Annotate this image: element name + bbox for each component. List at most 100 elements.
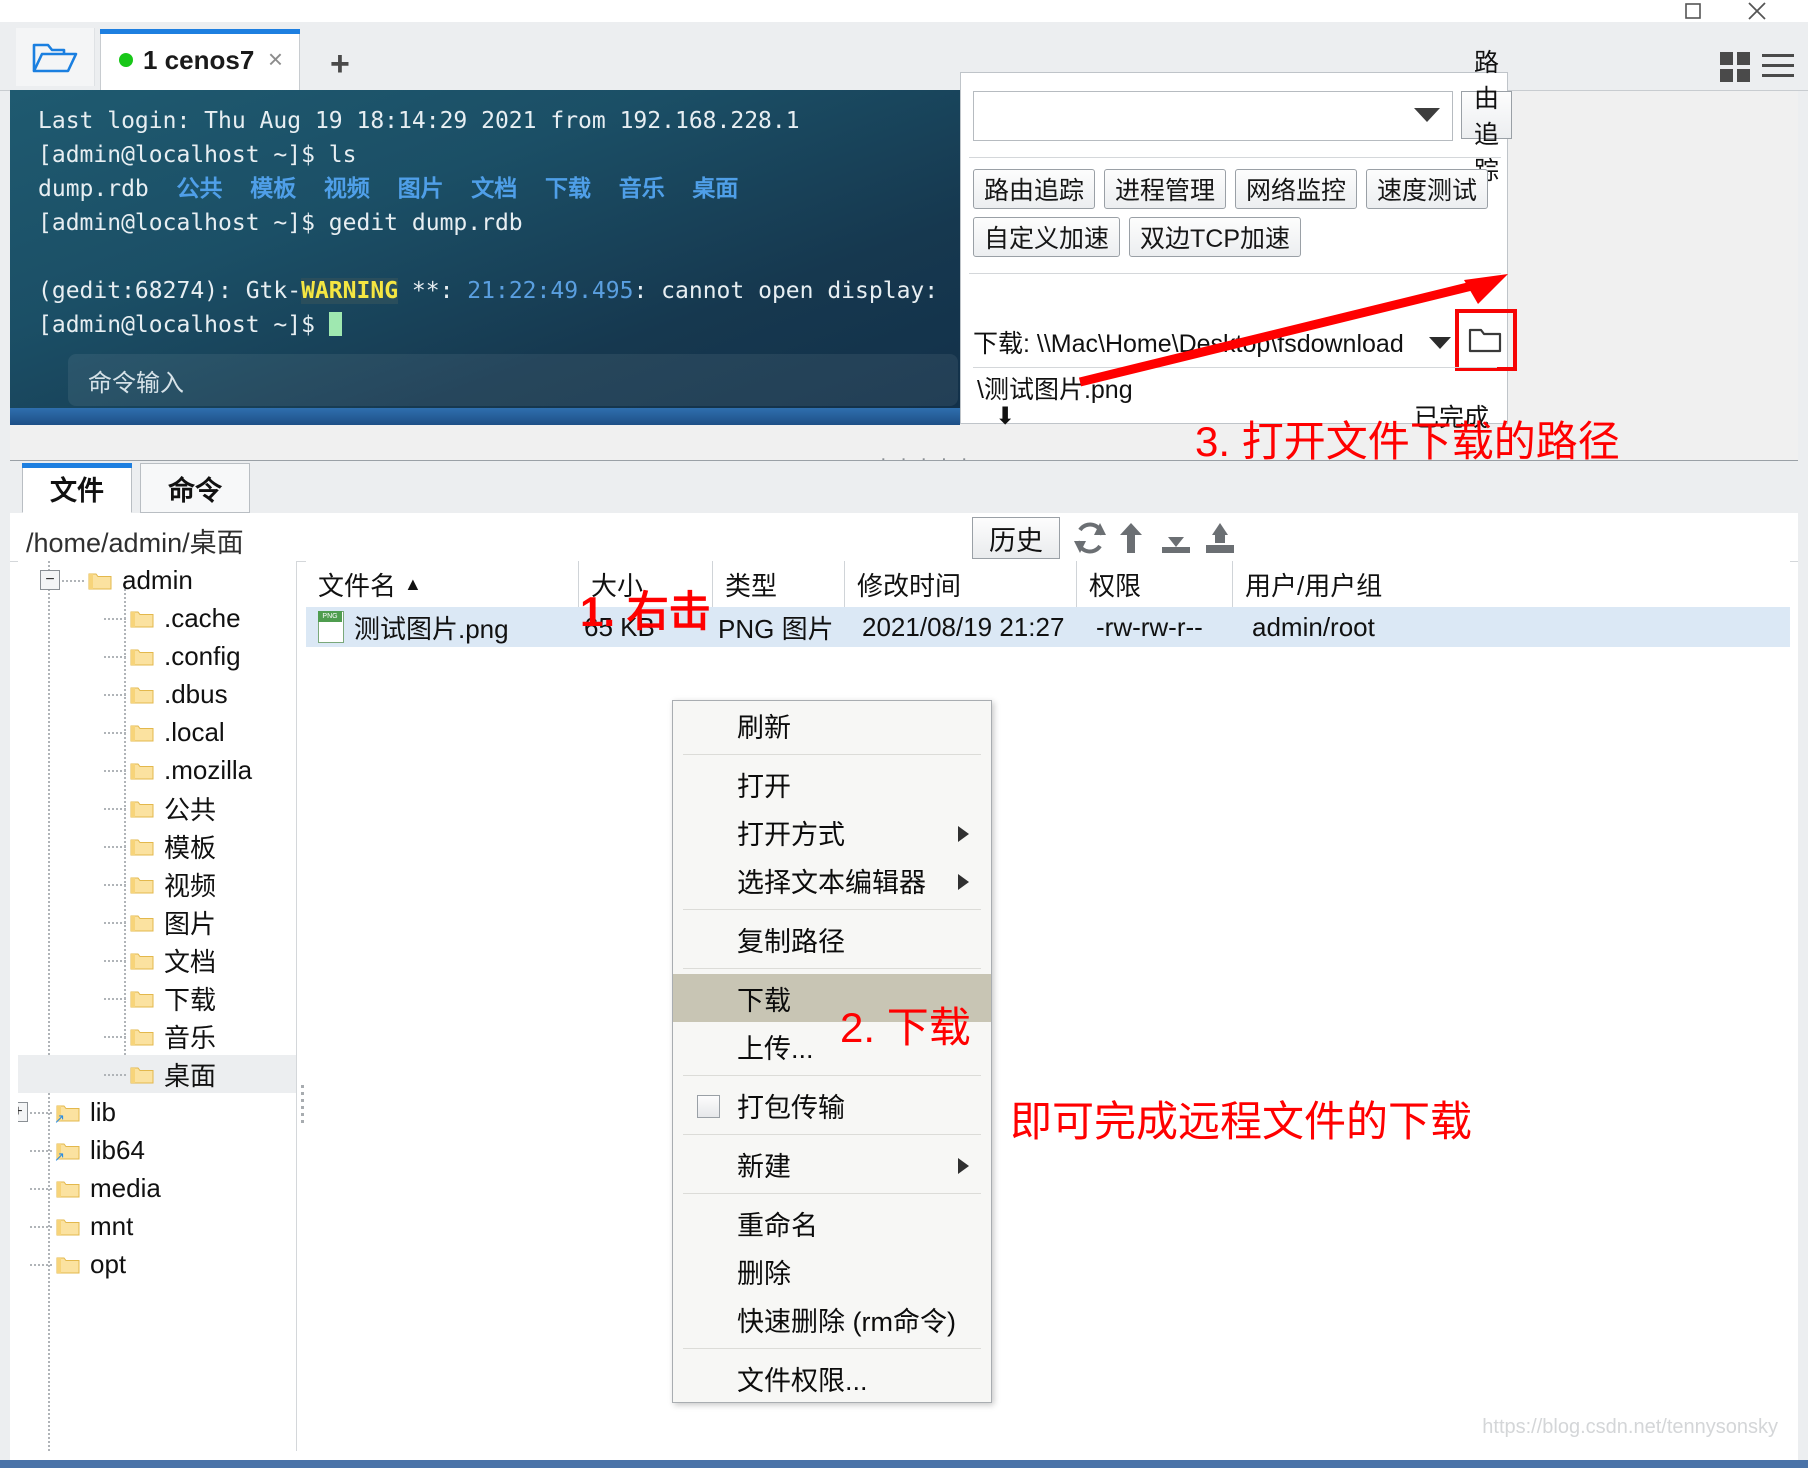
tool-button-route-trace[interactable]: 路由追踪 <box>973 169 1096 209</box>
terminal-warning-time: 21:22:49.495 <box>467 278 634 304</box>
tree-guide <box>30 1188 52 1190</box>
command-input[interactable]: 命令输入 <box>68 354 958 406</box>
grid-view-icon[interactable] <box>1720 52 1750 82</box>
tree-collapse-icon[interactable]: − <box>40 570 60 590</box>
tool-button-row-2: 自定义加速 双边TCP加速 <box>973 217 1302 257</box>
tool-button-process-manager[interactable]: 进程管理 <box>1104 169 1227 209</box>
directory-tree[interactable]: − admin .cache .config .dbus .local .mozilla 公共… <box>18 561 297 1451</box>
window-close-button[interactable] <box>1734 0 1780 22</box>
hamburger-menu-icon[interactable] <box>1762 54 1794 80</box>
chevron-right-icon <box>958 1158 969 1174</box>
checkbox-icon[interactable] <box>697 1095 720 1118</box>
menu-item[interactable]: 删除 <box>673 1247 991 1295</box>
tool-button-network-monitor[interactable]: 网络监控 <box>1235 169 1358 209</box>
tree-node-list: − admin .cache .config .dbus .local .mozilla 公共… <box>18 561 296 1283</box>
tree-node[interactable]: mnt <box>18 1207 296 1245</box>
tree-splitter[interactable] <box>298 1081 306 1141</box>
menu-item[interactable]: 刷新 <box>673 701 991 749</box>
tree-node-label: 桌面 <box>164 1060 217 1091</box>
folder-icon <box>130 989 154 1008</box>
tree-node-label: 下载 <box>164 984 217 1015</box>
column-header-permissions[interactable]: 权限 <box>1076 561 1232 607</box>
tree-node[interactable]: 模板 <box>18 827 296 865</box>
menu-item[interactable]: 新建 <box>673 1140 991 1188</box>
tree-node[interactable]: − admin <box>18 561 296 599</box>
folder-icon <box>130 1065 154 1084</box>
tree-guide <box>104 960 126 962</box>
tree-node[interactable]: ↗ lib64 <box>18 1131 296 1169</box>
tree-node[interactable]: .dbus <box>18 675 296 713</box>
window-minimize-button[interactable] <box>1670 0 1716 22</box>
folder-icon <box>56 1255 80 1274</box>
menu-item[interactable]: 重命名 <box>673 1199 991 1247</box>
folder-icon <box>130 761 154 780</box>
tree-node[interactable]: .mozilla <box>18 751 296 789</box>
tree-node[interactable]: 桌面 <box>18 1055 296 1093</box>
cell-permissions: -rw-rw-r-- <box>1096 611 1203 642</box>
menu-item[interactable]: 打包传输 <box>673 1081 991 1129</box>
tree-node[interactable]: 文档 <box>18 941 296 979</box>
tree-node[interactable]: 公共 <box>18 789 296 827</box>
column-header-owner[interactable]: 用户/用户组 <box>1232 561 1482 607</box>
cell-owner: admin/root <box>1252 611 1375 642</box>
annotation-result: 即可完成远程文件的下载 <box>1010 1098 1473 1145</box>
menu-item[interactable]: 打开 <box>673 760 991 808</box>
menu-item[interactable]: 快速删除 (rm命令) <box>673 1295 991 1343</box>
tool-button-tcp-accel[interactable]: 双边TCP加速 <box>1129 217 1302 257</box>
tree-expand-icon[interactable]: + <box>18 1102 28 1122</box>
column-header-type[interactable]: 类型 <box>712 561 844 607</box>
upload-from-disk-icon[interactable] <box>1202 521 1238 555</box>
tree-node[interactable]: media <box>18 1169 296 1207</box>
open-folder-button[interactable] <box>16 28 95 86</box>
session-tab-cenos7[interactable]: 1 cenos7 × <box>100 29 300 90</box>
tool-button-custom-accel[interactable]: 自定义加速 <box>973 217 1121 257</box>
column-label: 文件名 <box>318 570 397 601</box>
tree-node[interactable]: .config <box>18 637 296 675</box>
tree-guide <box>30 1150 52 1152</box>
chevron-down-icon[interactable] <box>1414 108 1440 122</box>
connection-status-dot <box>119 53 133 67</box>
window-bottom-edge <box>0 1460 1808 1468</box>
host-combo-input[interactable] <box>973 91 1453 141</box>
table-row[interactable]: 测试图片.png 65 KB PNG 图片 2021/08/19 21:27 -… <box>306 607 1790 647</box>
new-tab-button[interactable]: + <box>330 47 350 81</box>
menu-item-label: 删除 <box>737 1258 791 1289</box>
upload-arrow-icon[interactable] <box>1116 521 1152 555</box>
menu-separator <box>683 1348 981 1349</box>
menu-item-label: 下载 <box>737 985 791 1016</box>
route-trace-button-top[interactable]: 路由追踪 <box>1461 49 1513 185</box>
close-icon[interactable]: × <box>268 46 283 72</box>
download-to-disk-icon[interactable] <box>1158 521 1194 555</box>
tree-node[interactable]: .cache <box>18 599 296 637</box>
tree-guide <box>104 618 126 620</box>
tree-node[interactable]: 图片 <box>18 903 296 941</box>
chevron-right-icon <box>958 874 969 890</box>
tree-node[interactable]: 下载 <box>18 979 296 1017</box>
column-header-filename[interactable]: 文件名 ▲ <box>306 561 578 607</box>
tree-guide <box>104 922 126 924</box>
folder-icon <box>130 723 154 742</box>
tree-node-label: 文档 <box>164 946 217 977</box>
history-button[interactable]: 历史 <box>972 517 1060 559</box>
cell-mtime: 2021/08/19 21:27 <box>862 611 1065 642</box>
tree-node-label: lib <box>90 1096 117 1127</box>
tab-files[interactable]: 文件 <box>22 463 132 513</box>
file-list-header: 文件名 ▲ 大小 类型 修改时间 权限 用户/用户组 <box>306 561 1790 608</box>
tree-node[interactable]: 视频 <box>18 865 296 903</box>
menu-item-label: 打开方式 <box>737 819 845 850</box>
terminal-pane[interactable]: Last login: Thu Aug 19 18:14:29 2021 fro… <box>10 90 960 425</box>
terminal-output: Last login: Thu Aug 19 18:14:29 2021 fro… <box>38 104 960 342</box>
menu-item[interactable]: 选择文本编辑器 <box>673 856 991 904</box>
menu-item[interactable]: 打开方式 <box>673 808 991 856</box>
menu-item[interactable]: 复制路径 <box>673 915 991 963</box>
tree-node[interactable]: opt <box>18 1245 296 1283</box>
refresh-icon[interactable] <box>1072 521 1108 555</box>
menu-item[interactable]: 文件权限... <box>673 1354 991 1402</box>
folder-icon <box>56 1179 80 1198</box>
tab-commands[interactable]: 命令 <box>140 463 250 513</box>
tool-button-speed-test[interactable]: 速度测试 <box>1366 169 1489 209</box>
column-header-mtime[interactable]: 修改时间 <box>844 561 1076 607</box>
tree-node[interactable]: + ↗ lib <box>18 1093 296 1131</box>
tree-node[interactable]: 音乐 <box>18 1017 296 1055</box>
tree-node[interactable]: .local <box>18 713 296 751</box>
